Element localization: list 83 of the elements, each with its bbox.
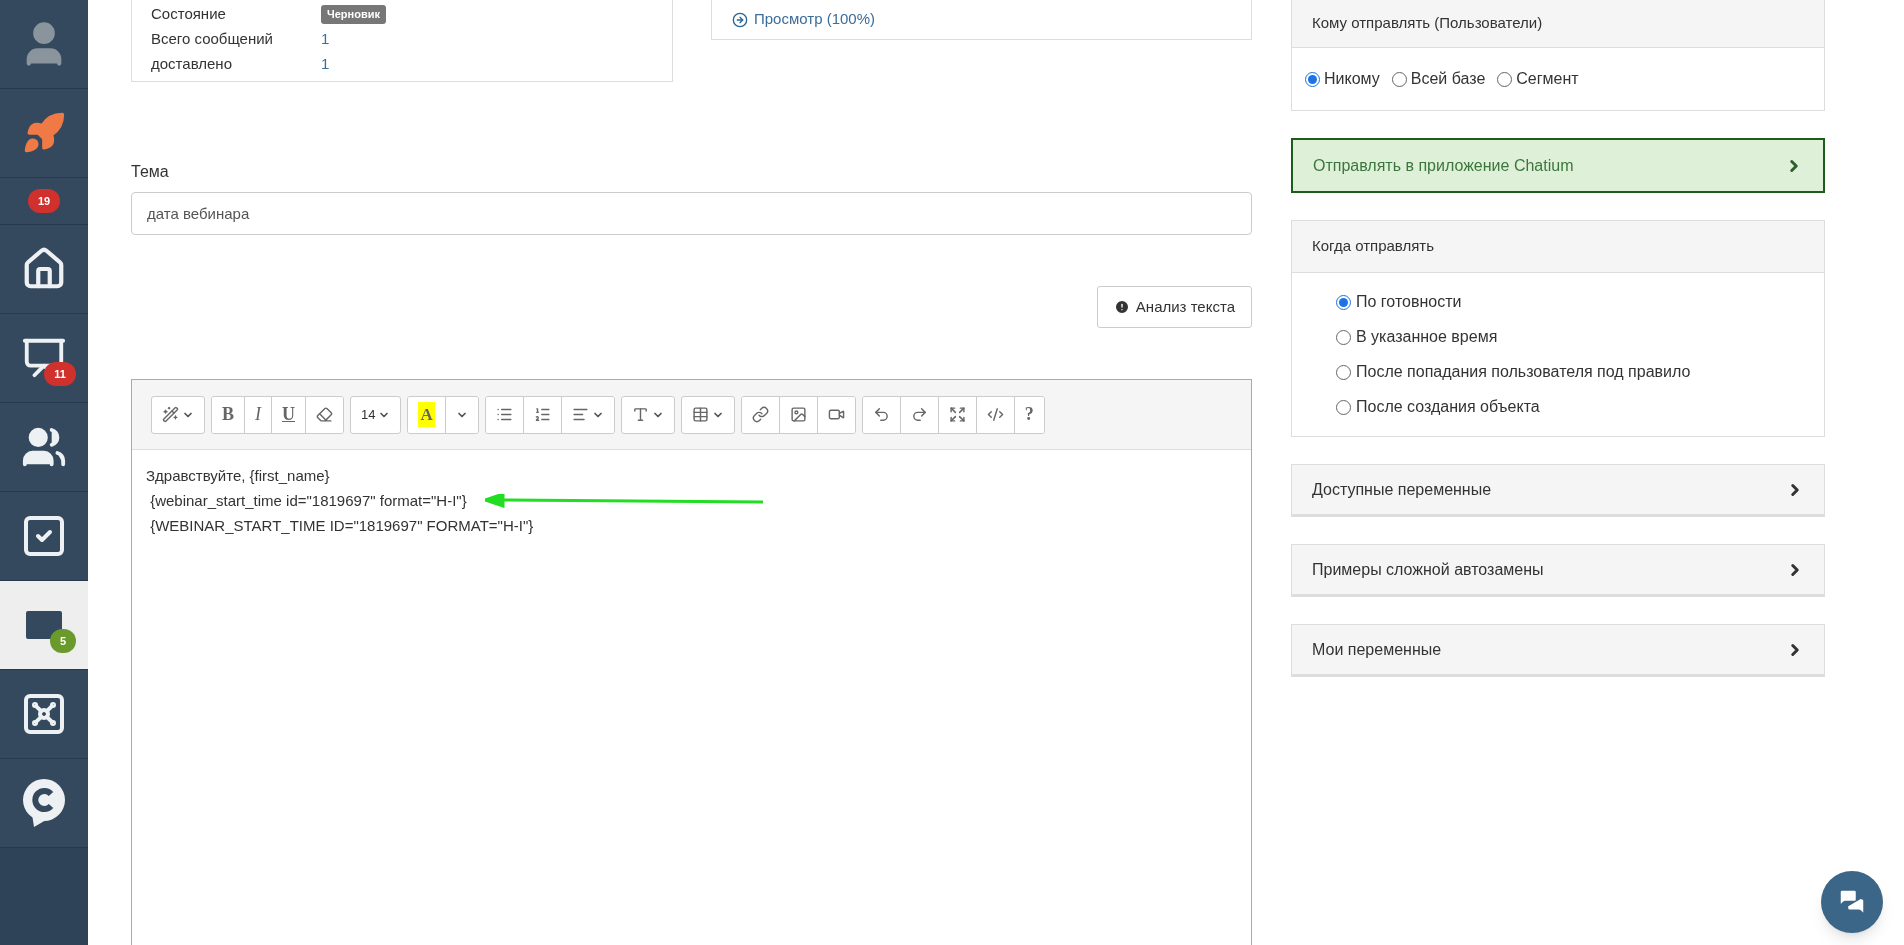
accordion-header[interactable]: Мои переменные: [1291, 624, 1825, 677]
toolbar-button[interactable]: 14: [350, 395, 402, 434]
count-badge: 11: [44, 362, 76, 386]
analyze-text-button[interactable]: Анализ текста: [1096, 286, 1252, 328]
toolbar-button[interactable]: [485, 396, 523, 433]
sidebar-item[interactable]: [0, 492, 88, 581]
toolbar-button[interactable]: [151, 395, 205, 434]
info-label: Состояние: [151, 4, 227, 25]
toolbar-button[interactable]: [522, 396, 561, 433]
radio-button[interactable]: [1336, 364, 1351, 380]
fullscreen-icon: [948, 406, 966, 423]
panel-header: Когда отправлять: [1292, 221, 1824, 273]
eraser-icon: [316, 406, 333, 423]
alert-icon: [1113, 299, 1130, 315]
radio-button[interactable]: [1336, 329, 1351, 345]
toolbar-button[interactable]: [778, 396, 817, 433]
sidebar-item[interactable]: [0, 670, 88, 759]
radio-label: Никому: [1324, 69, 1380, 89]
editor-text-line: Здравствуйте, {first_name}: [146, 466, 330, 486]
link-icon: [751, 406, 769, 423]
chat-button[interactable]: [1821, 871, 1883, 933]
editor-text-line: {WEBINAR_START_TIME ID="1819697" FORMAT="H-I"}: [149, 516, 534, 536]
toolbar-button[interactable]: [937, 396, 976, 433]
toolbar-button[interactable]: U: [271, 396, 305, 433]
count-link[interactable]: 1: [321, 28, 330, 51]
editor-text-line: {webinar_start_time id="1819697" format="H-I"}: [149, 491, 467, 511]
sidebar-item[interactable]: [0, 89, 88, 178]
sidebar-item[interactable]: [0, 403, 88, 492]
radio-button[interactable]: [1305, 71, 1320, 87]
radio-label: В указанное время: [1356, 327, 1498, 347]
toolbar-button[interactable]: [975, 396, 1014, 433]
toolbar-button[interactable]: [305, 396, 343, 433]
redo-icon: [910, 406, 928, 423]
undo-icon: [872, 406, 890, 423]
info-label: доставлено: [151, 54, 233, 75]
chat-logo-icon: [22, 779, 66, 827]
radio-button[interactable]: [1336, 399, 1351, 415]
rocket-icon: [22, 111, 66, 155]
count-badge: 19: [27, 189, 61, 213]
count-badge: 5: [49, 629, 76, 653]
toolbar-button[interactable]: I: [244, 396, 271, 433]
subject-label: Тема: [131, 162, 169, 182]
subject-input[interactable]: дата вебинара: [131, 192, 1252, 235]
align-icon: [571, 406, 589, 423]
toolbar-button[interactable]: [862, 396, 900, 433]
magic-wand-icon: [162, 406, 179, 423]
status-badge: Черновик: [321, 5, 386, 24]
toolbar-button[interactable]: [899, 396, 938, 433]
arrow-circle-icon: [732, 11, 748, 28]
radio-label: После создания объекта: [1356, 397, 1540, 417]
info-label: Всего сообщений: [151, 29, 274, 50]
radio-button[interactable]: [1391, 71, 1407, 87]
count-link[interactable]: 1: [321, 53, 330, 76]
sidebar-item[interactable]: 11: [0, 314, 88, 403]
chatium-panel-button[interactable]: Отправлять в приложение Chatium: [1291, 138, 1825, 193]
toolbar-button[interactable]: B: [212, 396, 244, 433]
radio-label: Всей базе: [1410, 69, 1486, 89]
toolbar-button[interactable]: [560, 396, 614, 433]
toolbar-button[interactable]: [620, 395, 675, 434]
toolbar-button[interactable]: [741, 396, 779, 433]
toolbar-button[interactable]: [680, 395, 735, 434]
code-icon: [986, 406, 1004, 423]
radio-label: По готовности: [1356, 292, 1462, 312]
sidebar-item[interactable]: [0, 225, 88, 314]
accordion-header[interactable]: Доступные переменные: [1291, 464, 1825, 517]
sidebar-item[interactable]: 19: [0, 178, 88, 225]
panel-header: Кому отправлять (Пользователи): [1292, 0, 1824, 48]
toolbar-button[interactable]: [816, 396, 855, 433]
toolbar-button[interactable]: ?: [1013, 396, 1044, 433]
text-height-icon: [631, 406, 649, 423]
preview-link[interactable]: Просмотр (100%): [754, 8, 876, 31]
radio-label: Сегмент: [1516, 69, 1579, 89]
table-icon: [691, 406, 709, 423]
bullet-list-icon: [495, 406, 513, 423]
sidebar-item[interactable]: 5: [0, 581, 88, 670]
sidebar-item[interactable]: [0, 759, 88, 848]
accordion-header[interactable]: Примеры сложной автозамены: [1291, 544, 1825, 597]
image-icon: [789, 406, 807, 423]
numbered-list-icon: [533, 406, 551, 423]
toolbar-button[interactable]: A: [408, 396, 445, 433]
radio-button[interactable]: [1336, 294, 1351, 310]
radio-button[interactable]: [1497, 71, 1513, 87]
radio-label: После попадания пользователя под правило: [1356, 362, 1691, 382]
